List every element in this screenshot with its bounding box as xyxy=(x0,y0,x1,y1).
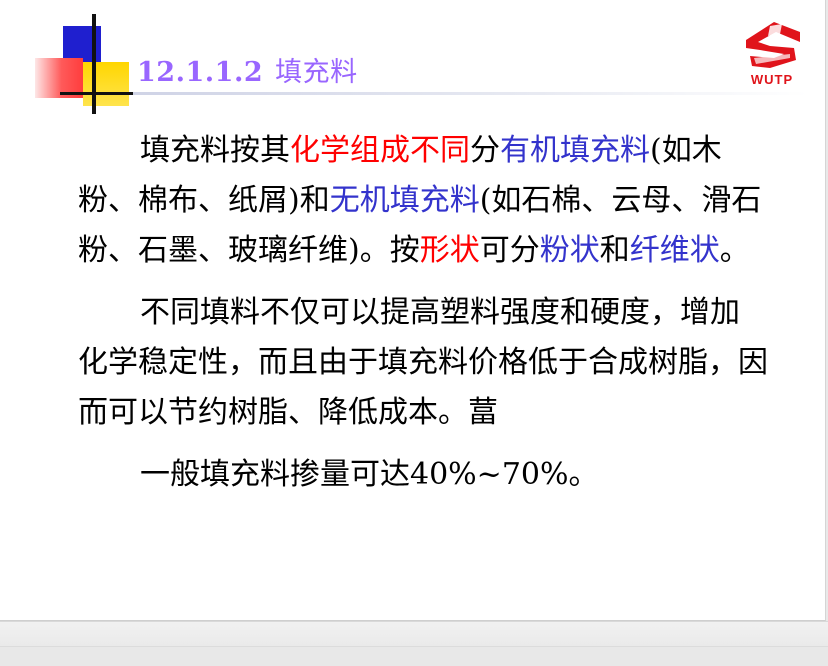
title-underline xyxy=(133,92,808,95)
decorative-vertical-line xyxy=(92,14,96,114)
section-title: 填充料 xyxy=(275,57,358,88)
logo-text: WUTP xyxy=(750,72,794,87)
text-segment: 。 xyxy=(719,233,750,268)
paragraph-filler-dosage: 一般填充料掺量可达40%~70%。 xyxy=(140,457,599,492)
text-segment: 和 xyxy=(599,233,630,268)
text-segment: 分 xyxy=(470,133,500,168)
highlight-blue: 有机填充料 xyxy=(500,133,650,168)
slide: 12.1.1.2 填充料 WUTP 填充料按其化学组成不同分有机填充料(如木粉、棉… xyxy=(0,0,826,621)
highlight-blue: 纤维状 xyxy=(629,233,720,268)
paragraph-filler-benefits: 不同填料不仅可以提高塑料强度和硬度，增加化学稳定性，而且由于填充料价格低于合成树… xyxy=(78,295,768,430)
slide-viewer: 12.1.1.2 填充料 WUTP 填充料按其化学组成不同分有机填充料(如木粉、棉… xyxy=(0,0,828,666)
text-segment: 填充料按其 xyxy=(140,133,290,168)
highlight-blue: 无机填充料 xyxy=(329,183,480,218)
text-segment: 可分 xyxy=(479,233,540,268)
decorative-horizontal-line xyxy=(60,92,140,95)
slide-title: 12.1.1.2 填充料 xyxy=(137,50,358,89)
viewer-bottom-strip xyxy=(0,646,828,666)
viewer-bottom-bar xyxy=(0,621,828,666)
highlight-red: 形状 xyxy=(419,233,480,268)
highlight-blue: 粉状 xyxy=(539,233,600,268)
slide-body: 填充料按其化学组成不同分有机填充料(如木粉、棉布、纸屑)和无机填充料(如石棉、云… xyxy=(78,126,768,512)
highlight-red: 化学组成不同 xyxy=(290,133,470,168)
paragraph-filler-classification: 填充料按其化学组成不同分有机填充料(如木粉、棉布、纸屑)和无机填充料(如石棉、云… xyxy=(78,126,768,276)
section-number: 12.1.1.2 xyxy=(137,57,264,88)
decorative-yellow-square xyxy=(83,62,129,106)
